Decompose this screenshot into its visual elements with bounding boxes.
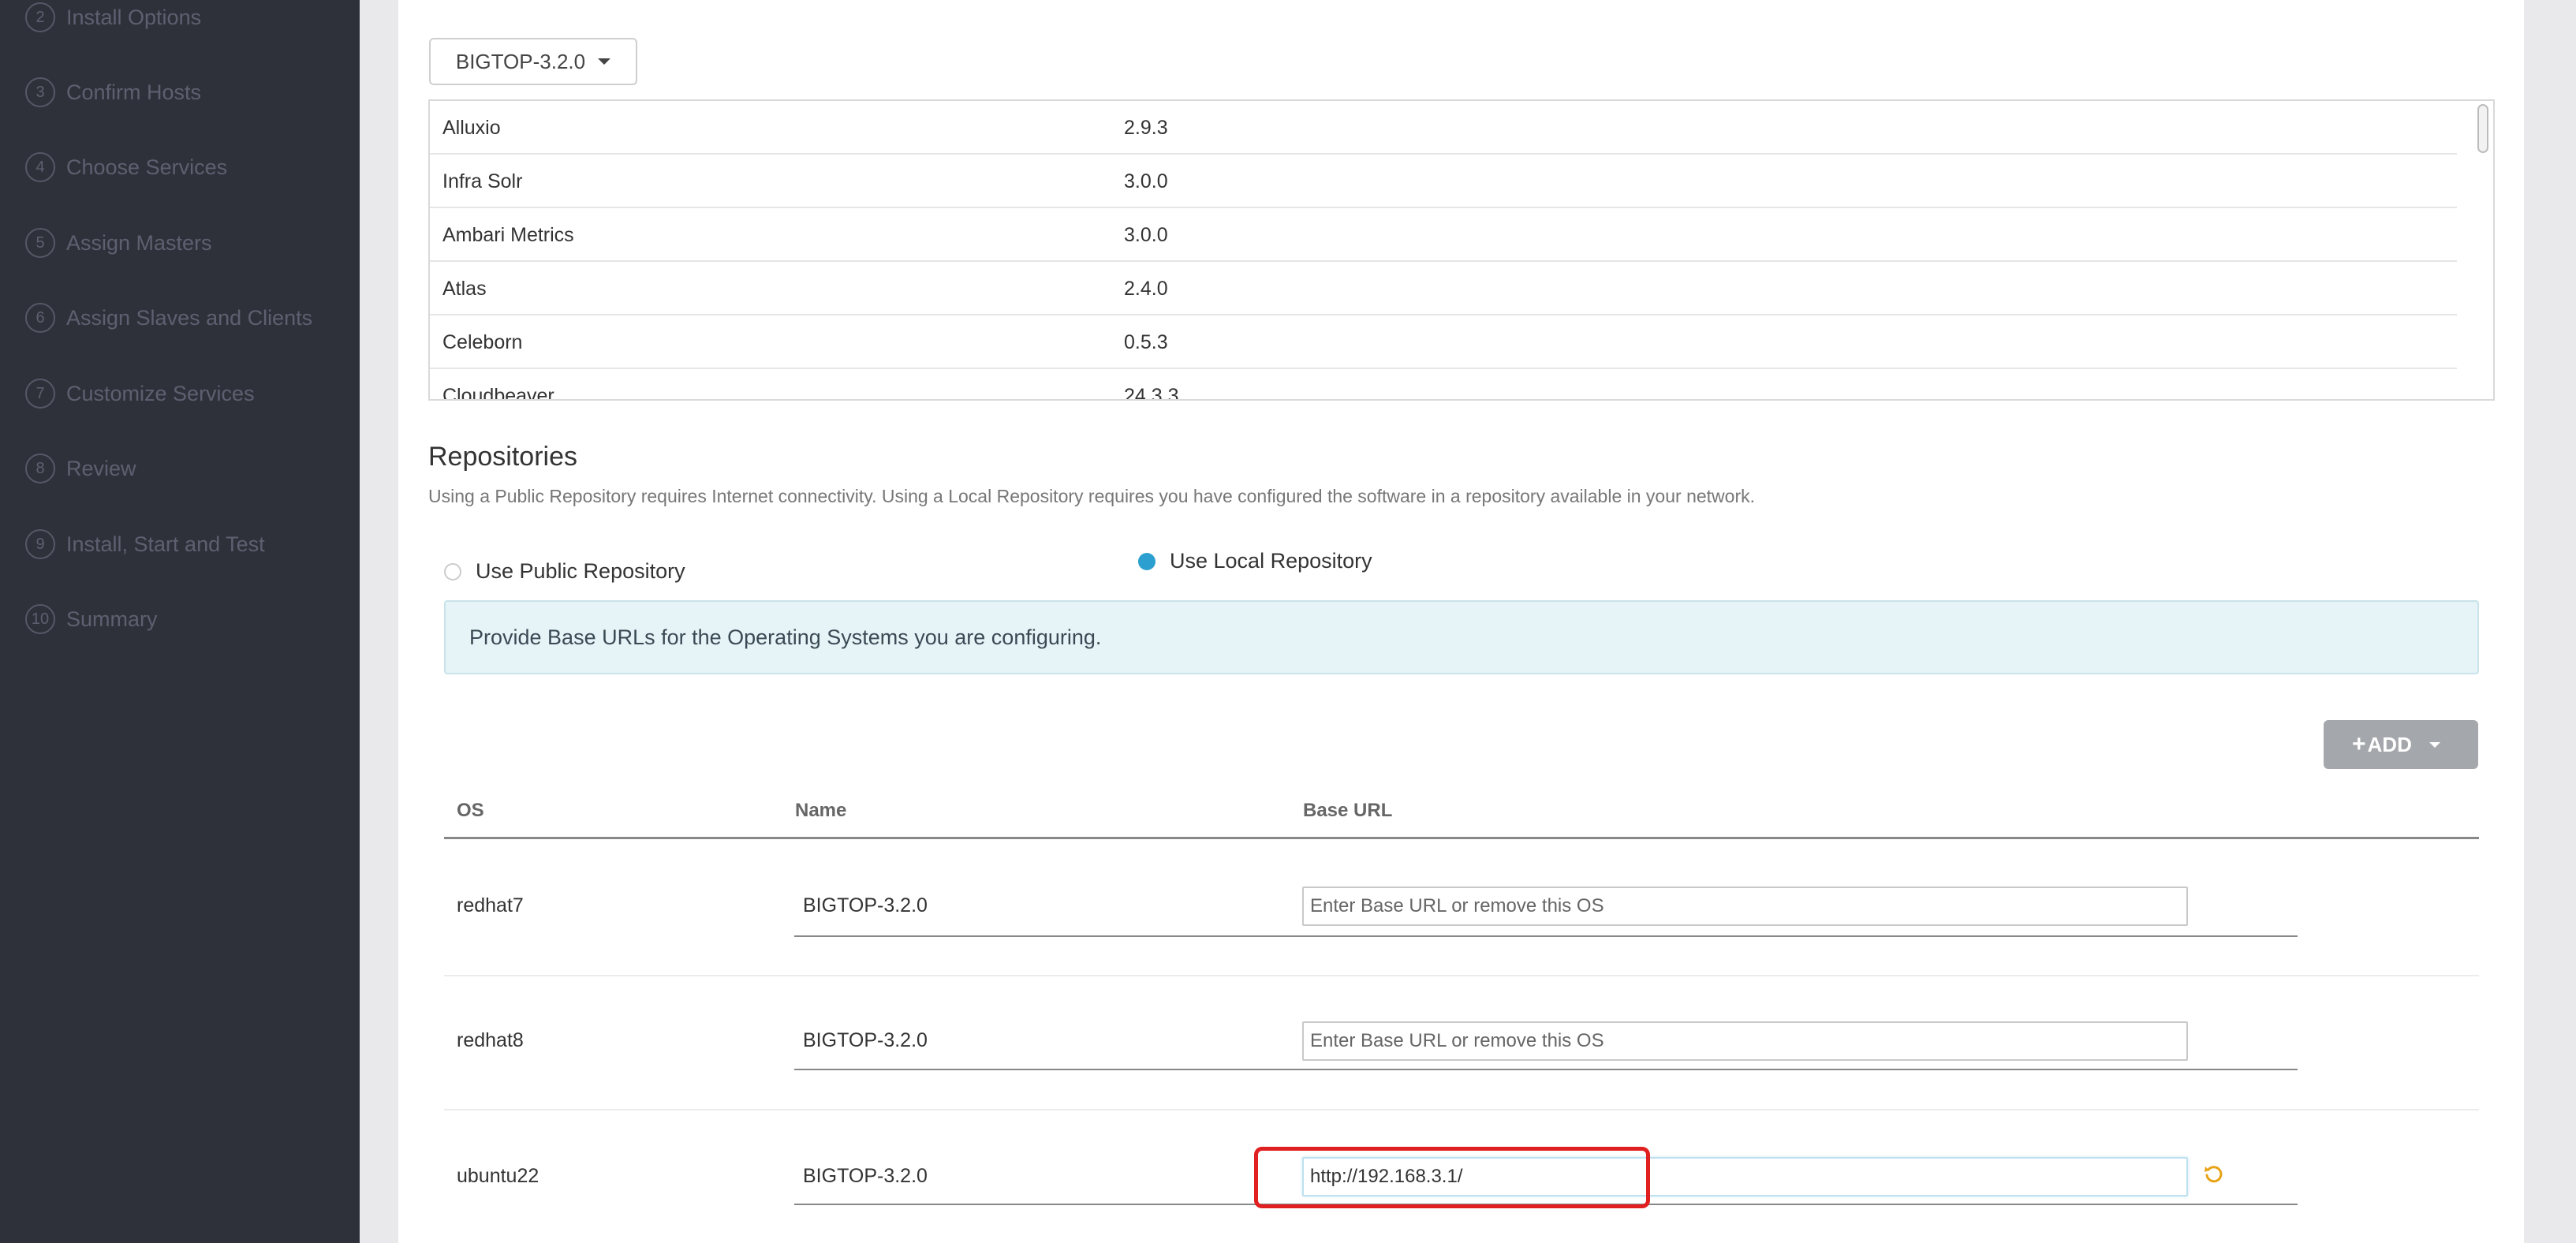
step-label: Summary (66, 607, 158, 631)
row-separator (444, 1109, 2479, 1110)
step-number: 2 (25, 2, 55, 32)
sidebar-step-review[interactable]: 8 Review (25, 449, 136, 488)
sidebar-step-confirm-hosts[interactable]: 3 Confirm Hosts (25, 73, 201, 112)
sidebar-step-summary[interactable]: 10 Summary (25, 599, 158, 639)
use-public-repository-option[interactable]: Use Public Repository (444, 559, 685, 584)
step-label: Customize Services (66, 381, 255, 405)
service-version: 2.9.3 (1124, 117, 1168, 139)
table-header-divider (444, 837, 2479, 839)
os-redhat7: redhat7 (457, 894, 524, 916)
service-version: 3.0.0 (1124, 170, 1168, 192)
use-public-repository-label: Use Public Repository (476, 559, 685, 583)
row-underline (794, 1204, 2298, 1205)
repositories-title: Repositories (428, 442, 577, 472)
radio-checked-icon[interactable] (1138, 552, 1155, 570)
sidebar-step-install-options[interactable]: 2 Install Options (25, 0, 201, 37)
column-header-base-url: Base URL (1303, 800, 1393, 821)
radio-unchecked-icon[interactable] (444, 562, 461, 580)
row-underline (794, 1069, 2298, 1070)
sidebar-step-customize-services[interactable]: 7 Customize Services (25, 374, 255, 413)
step-label: Review (66, 456, 136, 480)
service-name: Cloudbeaver (442, 385, 554, 401)
step-number: 9 (25, 529, 55, 559)
column-header-name: Name (795, 800, 847, 821)
column-header-os: OS (457, 800, 484, 821)
step-number: 7 (25, 379, 55, 409)
os-ubuntu22: ubuntu22 (457, 1165, 539, 1187)
service-name: Infra Solr (442, 170, 523, 192)
list-item: Alluxio 2.9.3 (430, 101, 2457, 155)
base-url-input-redhat7[interactable] (1302, 887, 2188, 926)
row-separator (444, 975, 2479, 976)
list-item: Atlas 2.4.0 (430, 262, 2457, 315)
list-item: Ambari Metrics 3.0.0 (430, 208, 2457, 262)
repositories-description: Using a Public Repository requires Inter… (428, 486, 1755, 506)
service-name: Ambari Metrics (442, 224, 574, 246)
service-name: Atlas (442, 278, 487, 300)
stack-version-dropdown[interactable]: BIGTOP-3.2.0 (429, 38, 637, 85)
wizard-sidebar: 2 Install Options 3 Confirm Hosts 4 Choo… (0, 0, 360, 1243)
plus-icon: + (2352, 731, 2366, 757)
step-label: Assign Slaves and Clients (66, 305, 313, 330)
repo-name: BIGTOP-3.2.0 (803, 1165, 928, 1187)
undo-icon[interactable] (2203, 1163, 2225, 1185)
add-os-button[interactable]: + ADD (2324, 720, 2478, 769)
main-panel: BIGTOP-3.2.0 Alluxio 2.9.3 Infra Solr 3.… (398, 0, 2524, 1243)
step-number: 5 (25, 228, 55, 258)
sidebar-step-assign-masters[interactable]: 5 Assign Masters (25, 223, 212, 263)
step-label: Install Options (66, 5, 202, 29)
step-number: 3 (25, 77, 55, 107)
list-item: Infra Solr 3.0.0 (430, 155, 2457, 208)
sidebar-step-assign-slaves[interactable]: 6 Assign Slaves and Clients (25, 298, 312, 338)
sidebar-step-install-start-test[interactable]: 9 Install, Start and Test (25, 524, 265, 564)
repo-name: BIGTOP-3.2.0 (803, 894, 928, 916)
chevron-down-icon (598, 58, 611, 65)
repo-name: BIGTOP-3.2.0 (803, 1029, 928, 1051)
step-label: Confirm Hosts (66, 80, 202, 104)
step-number: 4 (25, 152, 55, 182)
step-label: Install, Start and Test (66, 532, 265, 556)
row-underline (794, 935, 2298, 937)
os-redhat8: redhat8 (457, 1029, 524, 1051)
service-version: 3.0.0 (1124, 224, 1168, 246)
service-version: 0.5.3 (1124, 331, 1168, 353)
step-label: Assign Masters (66, 230, 212, 255)
service-version-list[interactable]: Alluxio 2.9.3 Infra Solr 3.0.0 Ambari Me… (428, 99, 2495, 401)
info-alert-text: Provide Base URLs for the Operating Syst… (469, 625, 1102, 649)
step-label: Choose Services (66, 155, 228, 179)
base-url-input-ubuntu22[interactable] (1302, 1157, 2188, 1196)
service-name: Alluxio (442, 117, 501, 139)
list-item: Cloudbeaver 24.3.3 (430, 369, 2457, 401)
step-number: 6 (25, 303, 55, 333)
stack-version-label: BIGTOP-3.2.0 (455, 49, 586, 73)
service-version: 2.4.0 (1124, 278, 1168, 300)
service-name: Celeborn (442, 331, 523, 353)
service-version: 24.3.3 (1124, 385, 1179, 401)
use-local-repository-label: Use Local Repository (1170, 549, 1372, 573)
step-number: 10 (25, 604, 55, 634)
sidebar-step-choose-services[interactable]: 4 Choose Services (25, 147, 227, 187)
step-number: 8 (25, 454, 55, 483)
list-item: Celeborn 0.5.3 (430, 315, 2457, 369)
use-local-repository-option[interactable]: Use Local Repository (1138, 549, 1372, 573)
base-url-input-redhat8[interactable] (1302, 1021, 2188, 1061)
caret-down-icon (2429, 741, 2440, 748)
info-alert: Provide Base URLs for the Operating Syst… (444, 600, 2479, 674)
list-scrollbar[interactable] (2477, 104, 2488, 153)
add-label: ADD (2367, 732, 2412, 756)
